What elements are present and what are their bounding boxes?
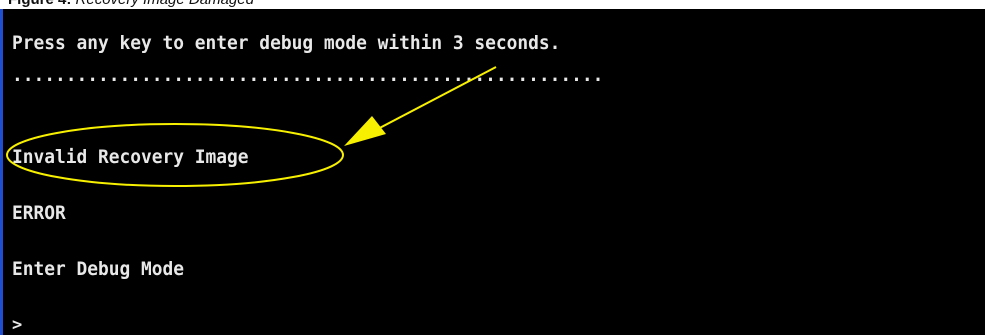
invalid-image-message: Invalid Recovery Image [12,146,249,168]
window-left-edge [0,9,3,335]
command-prompt[interactable]: > [12,315,22,335]
console-window[interactable]: Press any key to enter debug mode within… [0,9,985,335]
progress-dots-line: ........................................… [12,64,604,86]
error-message: ERROR [12,202,66,224]
debug-mode-message: Enter Debug Mode [12,258,185,280]
screenshot-page: Figure 4: Recovery Image Damaged Press a… [0,0,985,335]
figure-title: Recovery Image Damaged [76,0,254,8]
debug-prompt-line: Press any key to enter debug mode within… [12,32,561,54]
figure-label: Figure 4: [8,0,71,8]
figure-caption: Figure 4: Recovery Image Damaged [8,0,254,9]
